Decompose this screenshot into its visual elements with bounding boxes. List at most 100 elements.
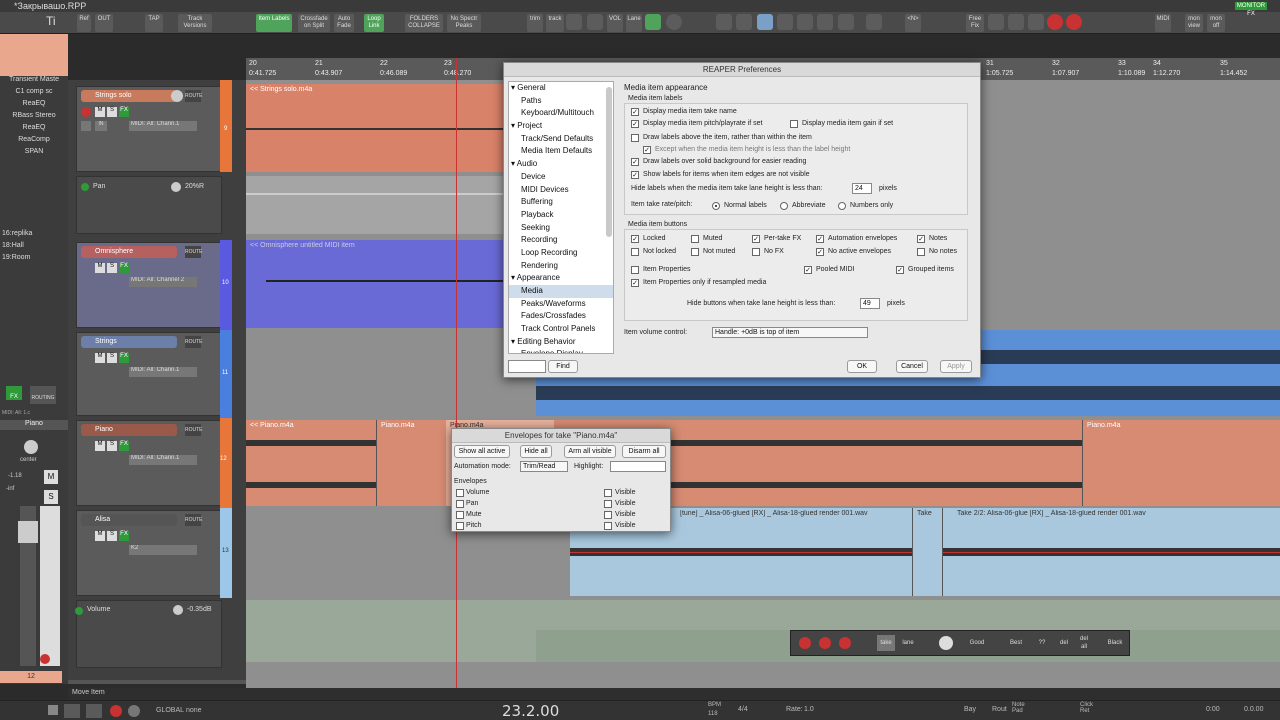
tree-item-peaks-waveforms[interactable]: Peaks/Waveforms: [509, 298, 613, 311]
tree-scrollbar[interactable]: [606, 87, 612, 237]
edges-checkbox[interactable]: ✓: [631, 171, 639, 179]
item-strings-solo[interactable]: << Strings solo.m4a: [246, 84, 536, 172]
mute-button[interactable]: M: [95, 531, 105, 541]
cancel-button[interactable]: Cancel: [896, 360, 928, 373]
mute-envelope-checkbox[interactable]: [456, 511, 464, 519]
above-checkbox[interactable]: [631, 134, 639, 142]
fx-item[interactable]: ReaEQ: [2, 100, 66, 111]
record-icon[interactable]: [839, 637, 851, 649]
triplet-icon[interactable]: [838, 14, 854, 30]
mon-view-button[interactable]: mon view: [1185, 14, 1203, 32]
hide-lane-input[interactable]: 24: [852, 183, 872, 194]
input-select[interactable]: MIDI: All: Chann.1: [129, 367, 197, 377]
record-icon[interactable]: [1047, 14, 1063, 30]
track-name[interactable]: Omnisphere: [81, 246, 177, 258]
record-mode-icon[interactable]: [666, 14, 682, 30]
volume-envelope-checkbox[interactable]: [456, 489, 464, 497]
find-input[interactable]: [508, 360, 546, 373]
play-icon[interactable]: [64, 704, 80, 718]
pause-icon[interactable]: [86, 704, 102, 718]
solo-button[interactable]: S: [107, 531, 117, 541]
track-name[interactable]: Alisa: [81, 514, 177, 526]
tree-item-track-send-defaults[interactable]: Track/Send Defaults: [509, 133, 613, 146]
gain-checkbox[interactable]: [790, 120, 798, 128]
tree-item-audio[interactable]: ▾ Audio: [509, 158, 613, 171]
track-name[interactable]: Piano: [81, 424, 177, 436]
pitch-rate-checkbox[interactable]: ✓: [631, 120, 639, 128]
master-record-arm-icon[interactable]: [40, 654, 50, 664]
envelope-arm-icon[interactable]: [81, 183, 89, 191]
rate-abbrev-radio[interactable]: [780, 202, 788, 210]
input-select[interactable]: K2: [129, 545, 197, 555]
record-icon[interactable]: [819, 637, 831, 649]
del-button[interactable]: del: [1057, 635, 1071, 651]
routing-icon[interactable]: [1028, 14, 1044, 30]
show-all-active-button[interactable]: Show all active: [454, 445, 510, 458]
no-active-envelopes-checkbox[interactable]: ✓: [816, 248, 824, 256]
arm-all-visible-button[interactable]: Arm all visible: [564, 445, 616, 458]
monitor-fx-label[interactable]: MONITOR FX: [1235, 2, 1267, 17]
tree-item-media[interactable]: Media: [509, 285, 613, 298]
hide-buttons-input[interactable]: 49: [860, 298, 880, 309]
metronome-icon[interactable]: [866, 14, 882, 30]
not-muted-checkbox[interactable]: [691, 248, 699, 256]
solo-button[interactable]: S: [107, 441, 117, 451]
locked-checkbox[interactable]: ✓: [631, 235, 639, 243]
hide-all-button[interactable]: Hide all: [520, 445, 552, 458]
mon-off-button[interactable]: mon off: [1207, 14, 1225, 32]
item-piano-a[interactable]: << Piano.m4a: [246, 420, 376, 506]
track-name[interactable]: Strings: [81, 336, 177, 348]
pooled-midi-checkbox[interactable]: ✓: [804, 266, 812, 274]
master-mute-button[interactable]: M: [44, 470, 58, 484]
fx-item[interactable]: SPAN: [2, 148, 66, 159]
except-checkbox[interactable]: ✓: [643, 146, 651, 154]
notes-checkbox[interactable]: ✓: [917, 235, 925, 243]
midi-button[interactable]: MIDI: [1155, 14, 1171, 32]
input-select[interactable]: MIDI: All: Chann.1: [129, 455, 197, 465]
auto-fade-button[interactable]: Auto Fade: [334, 14, 354, 32]
mute-button[interactable]: M: [95, 441, 105, 451]
envelope-active-icon[interactable]: [645, 14, 661, 30]
track-strings-solo[interactable]: Strings solo ROUTE M S FX IN MIDI: All: …: [76, 86, 222, 172]
fx-button[interactable]: FX: [119, 531, 129, 541]
fx-button[interactable]: FX: [119, 263, 129, 273]
grid-icon[interactable]: [736, 14, 752, 30]
tree-item-project[interactable]: ▾ Project: [509, 120, 613, 133]
monitor-record-icon[interactable]: [1066, 14, 1082, 30]
tree-item-midi-devices[interactable]: MIDI Devices: [509, 184, 613, 197]
resampled-checkbox[interactable]: ✓: [631, 279, 639, 287]
pitch-visible-checkbox[interactable]: [604, 522, 612, 530]
trim-button[interactable]: trim: [527, 14, 543, 32]
rate-value[interactable]: 1.0: [804, 706, 814, 713]
fx-button[interactable]: FX: [119, 107, 129, 117]
note-icon[interactable]: [777, 14, 793, 30]
master-solo-button[interactable]: S: [44, 490, 58, 504]
input-select[interactable]: MIDI: All: Channel 2: [129, 277, 197, 287]
track-omnisphere[interactable]: Omnisphere ROUTE M S FX MIDI: All: Chann…: [76, 242, 222, 328]
tree-item-buffering[interactable]: Buffering: [509, 196, 613, 209]
comment-icon[interactable]: [939, 636, 953, 650]
envelope-knob[interactable]: [173, 605, 183, 615]
volume-knob[interactable]: [171, 90, 183, 102]
mixer-icon[interactable]: [1008, 14, 1024, 30]
tree-item-track-control-panels[interactable]: Track Control Panels: [509, 323, 613, 336]
pan-envelope-checkbox[interactable]: [456, 500, 464, 508]
tree-item-envelope-display[interactable]: Envelope Display: [509, 348, 613, 353]
bpm-value[interactable]: 118: [708, 711, 718, 717]
fx-button[interactable]: FX: [119, 353, 129, 363]
repeat-icon[interactable]: [128, 705, 140, 717]
playhead-cursor[interactable]: [456, 58, 457, 688]
envelope-knob[interactable]: [171, 182, 181, 192]
tree-item-media-item-defaults[interactable]: Media Item Defaults: [509, 145, 613, 158]
fx-item[interactable]: ReaComp: [2, 136, 66, 147]
good-button[interactable]: Good: [967, 635, 987, 651]
preset-item[interactable]: 18:Hall: [2, 242, 66, 253]
tap-button[interactable]: TAP: [145, 14, 163, 32]
vol-button[interactable]: VOL: [607, 14, 623, 32]
best-button[interactable]: Best: [1007, 635, 1025, 651]
record-arm-icon[interactable]: [81, 107, 91, 117]
item-piano-b[interactable]: Piano.m4a: [376, 420, 446, 506]
note-sixteenth-icon[interactable]: [817, 14, 833, 30]
time-signature[interactable]: 4/4: [738, 706, 748, 713]
envelope-lane-volume[interactable]: Volume -0.35dB: [75, 600, 222, 668]
